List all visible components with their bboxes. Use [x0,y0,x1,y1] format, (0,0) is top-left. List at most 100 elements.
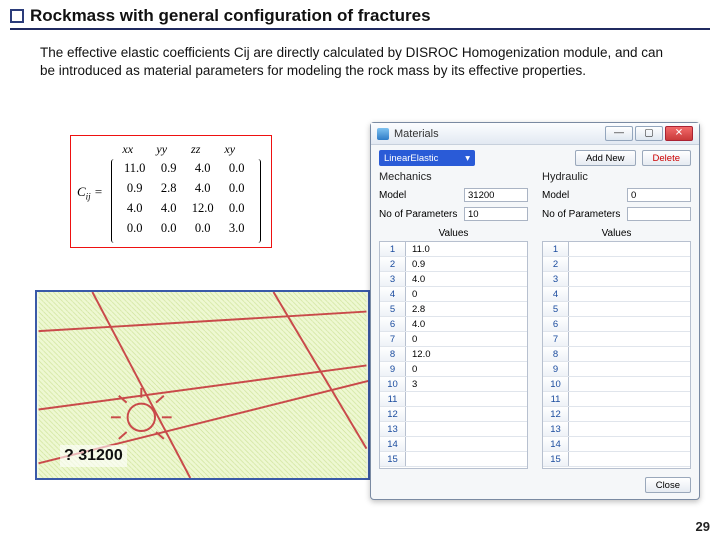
matrix-cell: 0.9 [118,181,152,201]
row-value[interactable] [569,287,690,301]
maximize-icon: ▢ [644,128,653,138]
row-value[interactable] [569,242,690,256]
row-value[interactable]: 2.8 [406,302,527,316]
delete-button[interactable]: Delete [642,150,691,166]
row-value[interactable]: 0.9 [406,257,527,271]
row-number: 9 [380,362,406,376]
row-value[interactable] [406,437,527,451]
table-row[interactable]: 6 [543,317,690,332]
table-row[interactable]: 20.9 [380,257,527,272]
row-value[interactable]: 11.0 [406,242,527,256]
close-window-button[interactable]: ✕ [665,126,693,141]
row-value[interactable] [569,422,690,436]
row-value[interactable] [569,332,690,346]
row-number: 10 [543,377,569,391]
row-number: 1 [543,242,569,256]
matrix-cell: 0.0 [220,161,254,181]
table-row[interactable]: 2 [543,257,690,272]
matrix-col-xy: xy [213,142,247,157]
table-row[interactable]: 15 [380,452,527,467]
table-row[interactable]: 13 [543,422,690,437]
row-value[interactable] [406,392,527,406]
row-value[interactable] [406,452,527,466]
row-value[interactable] [569,257,690,271]
row-number: 5 [380,302,406,316]
row-number: 5 [543,302,569,316]
hyd-values-header: Values [542,228,691,239]
matrix-cell: 4.0 [186,161,220,181]
matrix-col-zz: zz [179,142,213,157]
maximize-button[interactable]: ▢ [635,126,663,141]
row-value[interactable] [569,437,690,451]
hyd-nop-input[interactable] [627,207,691,221]
add-new-button[interactable]: Add New [575,150,636,166]
row-value[interactable] [569,362,690,376]
table-row[interactable]: 7 [543,332,690,347]
table-row[interactable]: 3 [543,272,690,287]
table-row[interactable]: 40 [380,287,527,302]
table-row[interactable]: 11 [543,392,690,407]
table-row[interactable]: 14 [543,437,690,452]
matrix-cell: 12.0 [186,201,220,221]
row-value[interactable] [569,302,690,316]
matrix-cell: 4.0 [186,181,220,201]
table-row[interactable]: 15 [543,452,690,467]
table-row[interactable]: 11 [380,392,527,407]
matrix-cell: 4.0 [152,201,186,221]
matrix-cell: 4.0 [118,201,152,221]
table-row[interactable]: 812.0 [380,347,527,362]
table-row[interactable]: 111.0 [380,242,527,257]
row-value[interactable]: 4.0 [406,317,527,331]
row-value[interactable]: 0 [406,362,527,376]
table-row[interactable]: 103 [380,377,527,392]
titlebar[interactable]: Materials — ▢ ✕ [371,123,699,145]
app-icon [377,128,389,140]
material-type-dropdown[interactable]: LinearElastic ▾ [379,150,475,166]
table-row[interactable]: 90 [380,362,527,377]
row-value[interactable]: 0 [406,332,527,346]
table-row[interactable]: 5 [543,302,690,317]
minimize-button[interactable]: — [605,126,633,141]
mech-model-input[interactable]: 31200 [464,188,528,202]
matrix-body: xx yy zz xy 11.00.94.00.00.92.84.00.04.0… [111,142,261,243]
table-row[interactable]: 8 [543,347,690,362]
row-value[interactable] [569,272,690,286]
table-row[interactable]: 1 [543,242,690,257]
table-row[interactable]: 10 [543,377,690,392]
table-row[interactable]: 12 [380,407,527,422]
mechanics-values-grid[interactable]: 111.020.934.04052.864.070812.09010311121… [379,241,528,469]
row-value[interactable] [569,392,690,406]
row-value[interactable]: 4.0 [406,272,527,286]
row-value[interactable]: 0 [406,287,527,301]
table-row[interactable]: 13 [380,422,527,437]
row-value[interactable] [569,317,690,331]
hyd-model-input[interactable]: 0 [627,188,691,202]
table-row[interactable]: 52.8 [380,302,527,317]
table-row[interactable]: 64.0 [380,317,527,332]
title-bullet-icon [10,9,24,23]
mech-nop-input[interactable]: 10 [464,207,528,221]
table-row[interactable]: 4 [543,287,690,302]
table-row[interactable]: 70 [380,332,527,347]
row-value[interactable] [569,377,690,391]
matrix-label: Cij = [77,184,103,202]
row-number: 11 [380,392,406,406]
table-row[interactable]: 12 [543,407,690,422]
row-number: 13 [543,422,569,436]
hydraulic-values-grid[interactable]: 123456789101112131415 [542,241,691,469]
close-button[interactable]: Close [645,477,691,493]
table-row[interactable]: 9 [543,362,690,377]
row-value[interactable] [406,407,527,421]
row-number: 14 [543,437,569,451]
row-value[interactable] [569,407,690,421]
table-row[interactable]: 14 [380,437,527,452]
row-value[interactable] [406,422,527,436]
row-number: 3 [380,272,406,286]
row-value[interactable]: 12.0 [406,347,527,361]
row-value[interactable] [569,347,690,361]
row-value[interactable] [569,452,690,466]
cij-matrix: Cij = xx yy zz xy 11.00.94.00.00.92.84.0… [70,135,272,248]
mechanics-title: Mechanics [379,171,528,183]
row-value[interactable]: 3 [406,377,527,391]
table-row[interactable]: 34.0 [380,272,527,287]
